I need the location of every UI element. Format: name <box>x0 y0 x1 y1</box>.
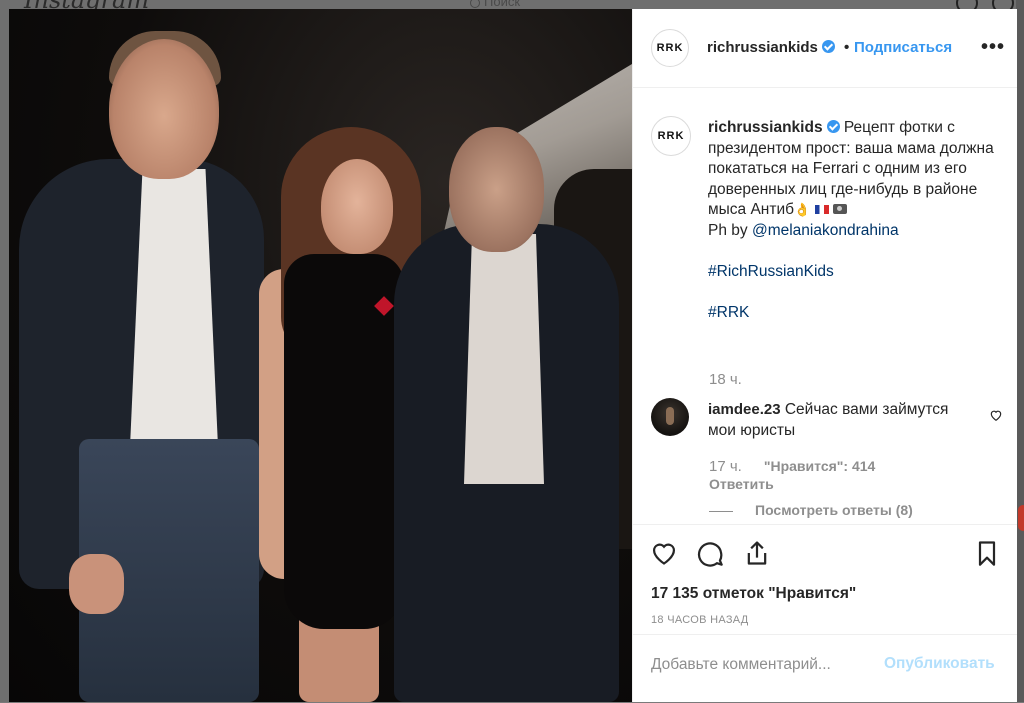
verified-badge-icon <box>821 40 835 53</box>
edge-badge <box>1018 505 1024 531</box>
follow-button[interactable]: Подписаться <box>854 39 952 56</box>
comment-like-count[interactable]: "Нравится": 414 <box>764 458 875 474</box>
commenter-avatar[interactable] <box>651 398 689 436</box>
post-timestamp[interactable]: 18 ЧАСОВ НАЗАД <box>651 614 749 626</box>
camera-emoji-icon <box>832 204 847 214</box>
view-replies-label[interactable]: Посмотреть ответы (8) <box>755 502 913 518</box>
post-caption: richrussiankids Рецепт фотки с президент… <box>708 118 998 323</box>
publish-button[interactable]: Опубликовать <box>884 655 995 673</box>
caption-timestamp[interactable]: 18 ч. <box>709 371 742 388</box>
post-photo[interactable] <box>9 9 632 702</box>
search-icon <box>470 0 480 8</box>
comment-text: iamdee.23 Сейчас вами займутся мои юрист… <box>708 400 968 441</box>
ok-hand-emoji-icon: 👌 <box>794 202 811 217</box>
comment-meta: 17 ч. "Нравится": 414 <box>709 458 897 475</box>
share-icon[interactable] <box>743 539 771 567</box>
caption-avatar[interactable]: RRK <box>651 116 691 156</box>
more-options-button[interactable]: ••• <box>981 36 1005 59</box>
search-placeholder: Поиск <box>484 0 521 9</box>
hashtag-richrussiankids[interactable]: #RichRussianKids <box>708 263 834 280</box>
view-replies-button[interactable]: Посмотреть ответы (8) <box>709 502 913 518</box>
commenter-username[interactable]: iamdee.23 <box>708 401 781 418</box>
verified-badge-icon <box>826 120 840 133</box>
post-side-panel: RRK richrussiankids • Подписаться ••• RR… <box>632 9 1017 702</box>
comment-timestamp[interactable]: 17 ч. <box>709 458 742 475</box>
man-shirt <box>464 234 544 484</box>
comments-section: RRK richrussiankids Рецепт фотки с прези… <box>633 88 1017 524</box>
boy-face <box>109 39 219 179</box>
commenter-avatar-figure <box>666 407 674 425</box>
author-username[interactable]: richrussiankids <box>707 39 835 56</box>
caption-username[interactable]: richrussiankids <box>708 119 823 136</box>
reply-button[interactable]: Ответить <box>709 476 774 492</box>
france-flag-icon <box>814 205 829 214</box>
post-actions: 17 135 отметок "Нравится" 18 ЧАСОВ НАЗАД <box>633 524 1017 630</box>
add-comment-bar: Опубликовать <box>633 634 1017 703</box>
man-face <box>449 127 544 252</box>
page-right-edge <box>1016 0 1024 702</box>
boy-hand <box>69 554 124 614</box>
author-avatar[interactable]: RRK <box>651 29 689 67</box>
save-bookmark-icon[interactable] <box>973 539 1001 567</box>
hashtag-rrk[interactable]: #RRK <box>708 304 749 321</box>
comment-icon[interactable] <box>696 539 724 567</box>
header-separator: • <box>844 39 850 56</box>
comment-like-heart-icon[interactable] <box>989 408 1003 422</box>
replies-divider-line <box>709 510 733 512</box>
boy-shirt <box>129 169 219 469</box>
comment-input[interactable] <box>651 653 881 677</box>
girl-face <box>321 159 393 254</box>
likes-count[interactable]: 17 135 отметок "Нравится" <box>651 585 856 603</box>
author-username-text[interactable]: richrussiankids <box>707 39 818 56</box>
ph-by-text: Ph by <box>708 221 752 239</box>
photographer-link[interactable]: @melaniakondrahina <box>752 222 899 239</box>
post-header: RRK richrussiankids • Подписаться ••• <box>633 9 1017 88</box>
like-heart-icon[interactable] <box>650 539 678 567</box>
